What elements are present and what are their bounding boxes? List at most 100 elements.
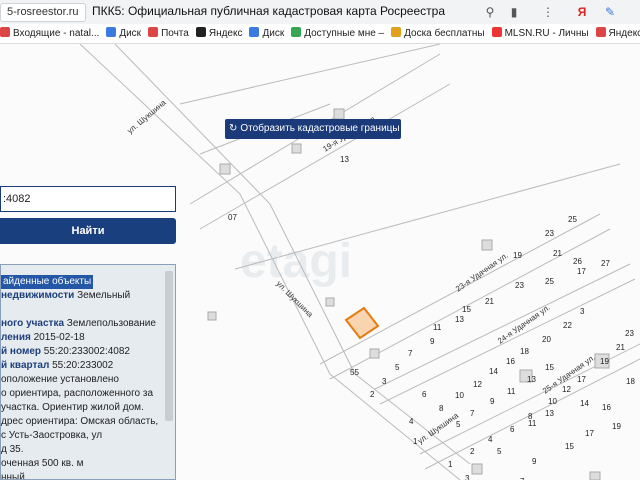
parcel-number: 2 [370,390,375,399]
parcel-number: 13 [527,375,536,384]
building-square [333,108,345,120]
parcel-number: 11 [433,323,442,332]
parcel-number: 3 [382,377,387,386]
parcel-number: 17 [577,267,586,276]
selected-parcel [344,306,380,340]
bookmark-item[interactable]: Диск [106,24,141,43]
page-title: ПКК5: Официальная публичная кадастровая … [92,4,445,18]
parcel-number: 4 [409,417,414,426]
parcel-number: 25 [568,215,577,224]
parcel-number: 25 [545,277,554,286]
parcel-number: 18 [626,377,635,386]
bookmark-label: Диск [119,28,142,39]
parcel-number: 4 [488,435,493,444]
parcel-number: 5 [456,420,461,429]
parcel-border [179,44,441,105]
parcel-number: 2 [470,447,475,456]
parcel-number: 16 [506,357,515,366]
refresh-icon: ↻ [229,123,238,134]
bookmark-label: Диск [262,28,285,39]
parcel-number: 07 [228,213,237,222]
parcel-number: 9 [490,397,495,406]
bookmark-item[interactable]: Доска бесплатны [391,24,485,43]
result-label: ления [1,332,31,343]
browser-toolbar: 5-rosreestor.ru ПКК5: Официальная публич… [0,0,640,25]
parcel-number: 3 [465,474,470,480]
parcel-number: 55 [350,368,359,377]
result-value: дрес ориентира: Омская область, [1,416,159,427]
parcel-number: 8 [439,404,444,413]
parcel-number: 17 [585,429,594,438]
bookmark-label: Яндекс [208,28,243,39]
street-24-road [374,263,631,390]
parcel-number: 23 [515,281,524,290]
cadastral-button-label: Отобразить кадастровые границы [240,123,400,134]
bookmark-item[interactable]: Входящие - natal... [0,24,99,43]
parcel-number: 12 [473,380,482,389]
parcel-number: 13 [340,155,349,164]
bookmark-item[interactable]: Яндекс [195,24,243,43]
bookmark-favicon-icon [148,27,159,37]
parcel-number: 20 [542,335,551,344]
building-square [291,143,302,154]
parcel-number: 19 [612,422,621,431]
search-input[interactable]: :4082 [0,186,176,212]
parcel-number: 11 [528,419,537,428]
parcel-number: 10 [548,397,557,406]
bookmark-label: Яндекс.Почта [608,28,640,39]
bookmark-item[interactable]: Доступные мне – [291,24,384,43]
feather-icon[interactable]: ✎ [602,4,618,20]
result-line: оченная 500 кв. м [1,457,175,471]
bookmark-icon[interactable]: ▮ [506,4,522,20]
parcel-number: 21 [553,249,562,258]
building-square [481,239,493,251]
parcel-number: 15 [565,442,574,451]
parcel-number: 11 [507,387,516,396]
result-line: недвижимости Земельный [1,289,175,303]
parcel-number: 10 [455,391,464,400]
bookmark-item[interactable]: Диск [249,24,284,43]
result-line: оположение установлено [1,373,175,387]
parcel-number: 18 [520,347,529,356]
location-pin-icon[interactable]: ⚲ [482,4,498,20]
parcel-number: 23 [625,329,634,338]
building-square [219,163,231,175]
menu-icon[interactable]: ⋮ [540,4,556,20]
parcel-number: 5 [497,447,502,456]
bookmark-favicon-icon [195,27,206,37]
parcel-number: 21 [616,343,625,352]
parcel-number: 19 [600,357,609,366]
parcel-number: 14 [580,399,589,408]
result-line: дрес ориентира: Омская область, [1,415,175,429]
result-value: оченная 500 кв. м [1,458,84,469]
result-value: с Усть-Заостровка, ул [1,430,103,441]
parcel-number: 1 [413,437,418,446]
street-label: ул. Шукшина [126,98,169,136]
result-line: д 35. [1,443,175,457]
parcel-number: 19 [513,251,522,260]
address-bar[interactable]: 5-rosreestor.ru [0,3,86,22]
bookmark-label: Доска бесплатны [404,28,485,39]
bookmark-item[interactable]: Почта [148,24,189,43]
result-value: о ориентира, расположенного за [1,388,154,399]
parcel-number: 15 [462,305,471,314]
bookmark-item[interactable]: MLSN.RU - Личны [491,24,589,43]
result-line: участка. Ориентир жилой дом. [1,401,175,415]
parcel-number: 6 [510,425,515,434]
yandex-icon[interactable]: Я [574,4,590,20]
result-value: 55:20:233002:4082 [41,346,130,357]
street-24-road-edge [379,278,636,405]
bookmark-item[interactable]: Яндекс.Почта [595,24,640,43]
parcel-number: 13 [545,409,554,418]
find-button[interactable]: Найти [0,218,176,244]
watermark: etagi [240,235,353,288]
building-square [369,348,380,359]
parcel-number: 22 [563,321,572,330]
building-square [589,471,601,480]
show-cadastral-borders-button[interactable]: ↻ Отобразить кадастровые границы [225,119,401,139]
result-line: нный [1,471,175,479]
results-scrollbar[interactable] [165,271,173,421]
building-square [325,297,335,307]
parcel-number: 9 [532,457,537,466]
bookmark-label: MLSN.RU - Личны [504,28,589,39]
